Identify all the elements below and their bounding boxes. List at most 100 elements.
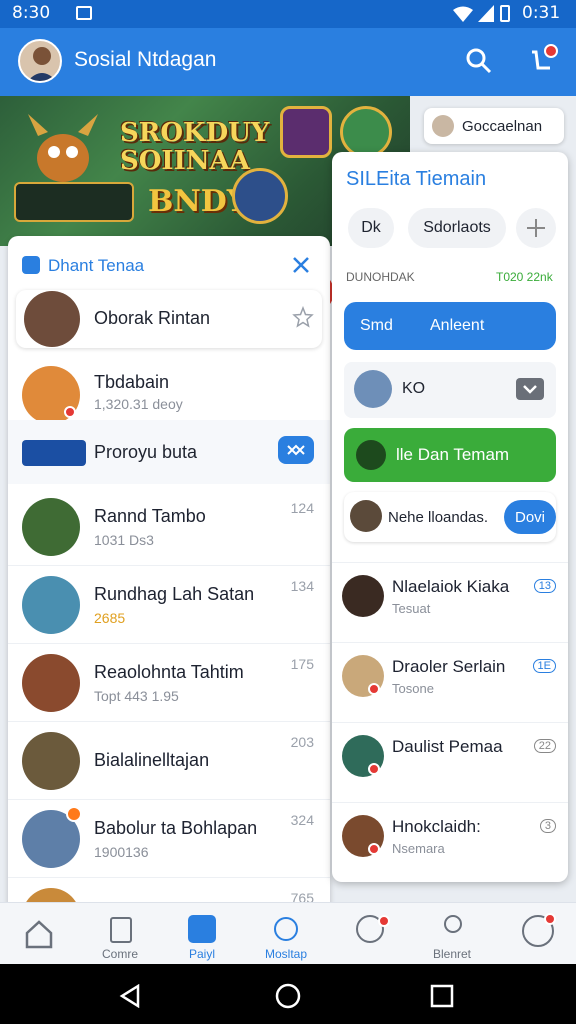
invite-label: Goccaelnan — [462, 117, 543, 135]
nav-paiyl[interactable]: Paiyl — [154, 909, 250, 963]
list-item[interactable]: Babolur ta Bohlapan 1900136 324 — [8, 800, 330, 878]
doc-icon — [110, 917, 132, 943]
nav-profile[interactable] — [490, 909, 576, 963]
friend-sub: Tesuat — [392, 601, 431, 616]
friends-panel: SILEita Tiemain Dk Sdorlaots DUNOHDAK T0… — [332, 152, 568, 882]
chat-sub: Topt 443 1.95 — [94, 688, 179, 704]
chat-count: 324 — [290, 812, 314, 828]
cart-badge — [544, 44, 558, 58]
close-icon[interactable] — [292, 256, 310, 274]
contact-row[interactable]: Nehe lloandas. Dovi — [344, 492, 556, 542]
list-item[interactable]: Bialalinelltajan 203 — [8, 722, 330, 800]
signal-icon — [478, 5, 494, 22]
friend-name: Hnokclaidh: — [392, 817, 481, 836]
chat-name: Rannd Tambo — [94, 506, 206, 526]
avatar — [22, 732, 80, 790]
chat-name: Rundhag Lah Satan — [94, 584, 255, 604]
nav-blenret[interactable]: Blenret — [404, 909, 500, 963]
friend-name: Daulist Pemaa — [392, 737, 503, 756]
ok-chip[interactable]: Dk — [348, 208, 394, 248]
add-button[interactable] — [516, 208, 556, 248]
send-text: Anleent — [430, 317, 485, 334]
chat-name: Babolur ta Bohlapan — [94, 818, 258, 838]
avatar — [24, 291, 80, 347]
search-icon[interactable] — [466, 48, 492, 74]
section-date: T020 22nk — [496, 270, 553, 284]
list-item[interactable]: Nlaelaiok Kiaka Tesuat 13 — [332, 562, 568, 642]
system-nav — [0, 964, 576, 1024]
chat-count: 134 — [290, 578, 314, 594]
friend-name: Draoler Serlain — [392, 657, 506, 676]
notification-icon — [76, 6, 92, 20]
panel-title: Dhant Tenaa — [48, 256, 145, 275]
chat-name: Tbdabain — [94, 372, 170, 392]
avatar — [22, 576, 80, 634]
chat-sub: 1,320.31 deoy — [94, 396, 183, 412]
chat-name: Bialalinelltajan — [94, 750, 210, 770]
gems-icon — [280, 106, 332, 158]
list-item[interactable]: Reaolohnta Tahtim Topt 443 1.95 175 — [8, 644, 330, 722]
contact-name: Nehe lloandas. — [388, 509, 489, 526]
contact-button[interactable]: Dovi — [504, 500, 556, 534]
friend-sub: Tosone — [392, 681, 434, 696]
home-icon — [25, 920, 53, 949]
send-bar[interactable]: Smd Anleent — [344, 302, 556, 350]
chat-count: 203 — [290, 734, 314, 750]
status-clock: 0:31 — [522, 3, 561, 23]
friend-name: Nlaelaiok Kiaka — [392, 577, 510, 596]
plus-icon — [527, 219, 545, 237]
search-chip[interactable]: Sdorlaots — [408, 208, 506, 248]
bottom-nav: Comre Paiyl Mosltap Blenret — [0, 902, 576, 964]
profile-avatar[interactable] — [18, 39, 62, 83]
pinned-chat[interactable]: Oborak Rintan — [16, 290, 322, 348]
wizard-icon — [232, 168, 288, 224]
link-button[interactable] — [278, 436, 314, 464]
chat-sub: 1031 Ds3 — [94, 532, 154, 548]
chevron-down-icon — [523, 385, 537, 394]
status-time: 8:30 — [12, 3, 51, 23]
promo-name: Proroyu buta — [94, 442, 198, 462]
nav-label: Paiyl — [188, 947, 215, 961]
friend-sub: Nsemara — [392, 841, 445, 856]
promo-row[interactable]: Proroyu buta — [8, 420, 330, 484]
app-title: Sosial Ntdagan — [74, 48, 217, 71]
add-friend-button[interactable]: lle Dan Temam — [344, 428, 556, 482]
friend-badge: 13 — [533, 579, 556, 593]
list-item[interactable]: Hnokclaidh: Nsemara 3 — [332, 802, 568, 882]
clock-icon — [274, 917, 298, 941]
chat-badge — [378, 915, 390, 927]
contact-select[interactable]: KO — [344, 362, 556, 418]
send-button[interactable]: Smd — [360, 317, 393, 335]
item-strip — [14, 182, 134, 222]
list-item[interactable]: Daulist Pemaa 22 — [332, 722, 568, 802]
panel-title: SILEita Tiemain — [346, 168, 487, 190]
nav-mosltap[interactable]: Mosltap — [238, 909, 334, 963]
chat-count: 175 — [290, 656, 314, 672]
list-item[interactable]: Draoler Serlain Tosone 1E — [332, 642, 568, 722]
status-dot — [368, 843, 380, 855]
avatar — [22, 498, 80, 556]
dropdown-button[interactable] — [516, 378, 544, 400]
banner-line-2: SOIINAA — [120, 146, 250, 176]
wifi-icon — [453, 6, 473, 22]
recents-icon[interactable] — [430, 984, 454, 1008]
invite-avatar — [432, 115, 454, 137]
list-item[interactable]: Rundhag Lah Satan 2685 134 — [8, 566, 330, 644]
status-dot — [66, 806, 82, 822]
cart-button[interactable] — [528, 44, 558, 76]
avatar — [350, 500, 382, 532]
chat-list-panel: Dhant Tenaa Oborak Rintan Tbdabain 1,320… — [8, 236, 330, 916]
back-icon[interactable] — [118, 984, 142, 1008]
panel-header: Dhant Tenaa — [8, 236, 330, 290]
invite-chip[interactable]: Goccaelnan — [424, 108, 564, 144]
chat-sub: 2685 — [94, 610, 126, 626]
avatar — [22, 654, 80, 712]
section-label: DUNOHDAK — [346, 270, 415, 284]
pinned-chat-name: Oborak Rintan — [94, 308, 211, 328]
status-bar: 8:30 0:31 — [0, 0, 576, 28]
hero-icon — [340, 106, 392, 158]
star-icon[interactable] — [292, 306, 314, 328]
nav-label: Blenret — [432, 947, 472, 961]
home-button-icon[interactable] — [275, 983, 301, 1009]
list-item[interactable]: Rannd Tambo 1031 Ds3 124 — [8, 488, 330, 566]
